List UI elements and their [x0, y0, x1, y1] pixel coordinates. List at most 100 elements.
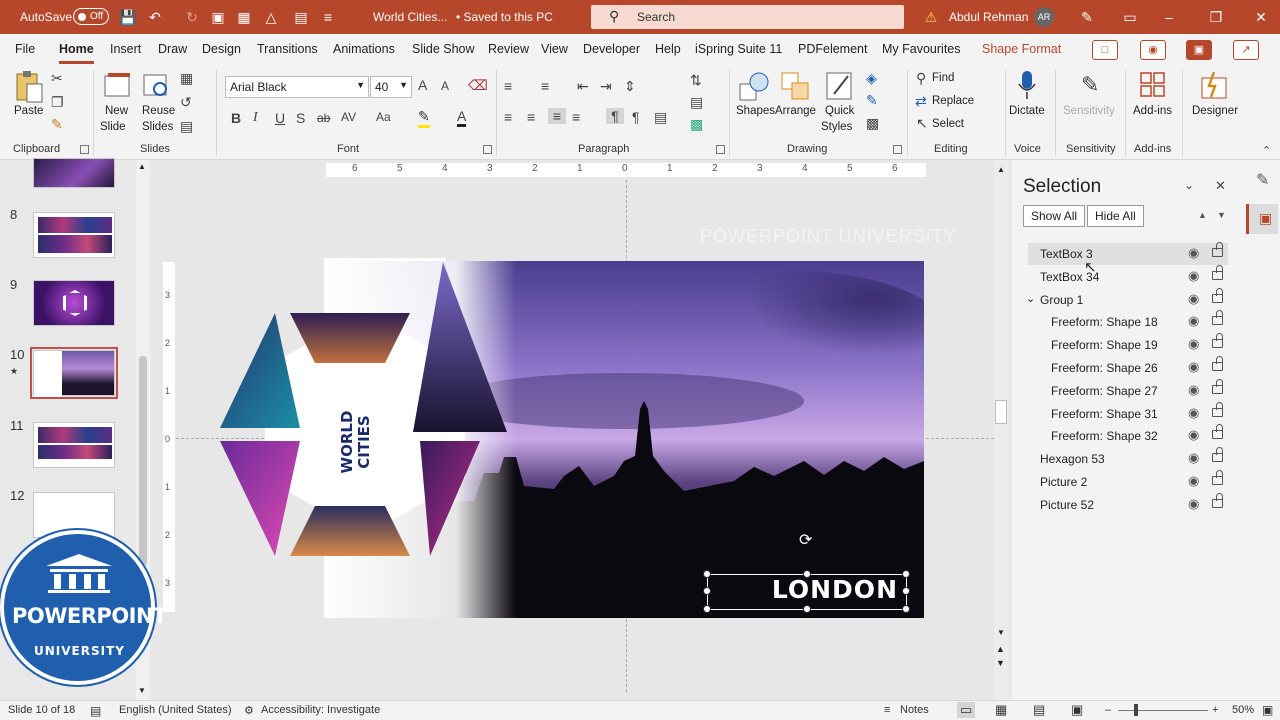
decrease-indent-icon[interactable]: ⇤: [577, 78, 589, 95]
slideshow-view-icon[interactable]: ▣: [1071, 702, 1083, 718]
select-icon[interactable]: ↖: [916, 115, 928, 132]
customize-qat-icon[interactable]: ≡: [319, 8, 337, 26]
minimize-icon[interactable]: –: [1160, 8, 1178, 26]
canvas-scrollbar[interactable]: ▲ ▼ ▲ ▼: [994, 160, 1008, 700]
selection-item[interactable]: Freeform: Shape 31 ◉: [1028, 401, 1228, 425]
tab-animations[interactable]: Animations: [333, 42, 395, 56]
slide-sorter-icon[interactable]: ▦: [995, 702, 1007, 718]
zoom-level[interactable]: 50%: [1232, 704, 1254, 716]
visibility-eye-icon[interactable]: ◉: [1188, 382, 1199, 398]
selection-item[interactable]: TextBox 3 ◉: [1028, 242, 1228, 265]
paste-label[interactable]: Paste: [14, 105, 43, 117]
resize-handle[interactable]: [902, 570, 910, 578]
reuse-slides-label-1[interactable]: Reuse: [142, 105, 175, 117]
comments-button[interactable]: □: [1092, 40, 1118, 60]
expand-chevron-icon[interactable]: ⌄: [1026, 292, 1035, 305]
scroll-down-icon[interactable]: ▼: [138, 686, 146, 695]
rotate-handle-icon[interactable]: ⟳: [799, 530, 812, 550]
unlock-icon[interactable]: [1212, 492, 1223, 508]
selection-item-label[interactable]: Freeform: Shape 32: [1051, 429, 1158, 443]
clear-format-icon[interactable]: ⌫: [468, 77, 488, 94]
ltr-icon[interactable]: ¶: [632, 109, 640, 125]
normal-view-icon[interactable]: ▭: [957, 702, 976, 718]
selection-item[interactable]: Freeform: Shape 19 ◉: [1028, 333, 1228, 356]
selection-item[interactable]: Freeform: Shape 32 ◉: [1028, 424, 1228, 447]
selection-item[interactable]: Picture 2 ◉: [1028, 470, 1228, 493]
scroll-up-icon[interactable]: ▲: [997, 165, 1005, 174]
resize-handle[interactable]: [803, 605, 811, 613]
autosave-toggle[interactable]: Off: [73, 8, 109, 25]
spelling-icon[interactable]: ▤: [90, 704, 101, 718]
selection-item[interactable]: Freeform: Shape 27 ◉: [1028, 378, 1228, 402]
unlock-icon[interactable]: [1212, 287, 1223, 303]
selection-item-label[interactable]: Freeform: Shape 27: [1051, 384, 1158, 398]
resize-handle[interactable]: [703, 587, 711, 595]
fit-to-window-icon[interactable]: ▣: [1262, 703, 1273, 717]
selection-item-label[interactable]: Picture 2: [1040, 475, 1087, 489]
quick-styles-icon[interactable]: [826, 70, 856, 102]
unlock-icon[interactable]: [1212, 401, 1223, 417]
next-slide-icon[interactable]: ▼: [996, 658, 1005, 668]
tab-draw[interactable]: Draw: [158, 42, 187, 56]
visibility-eye-icon[interactable]: ◉: [1188, 405, 1199, 421]
unlock-icon[interactable]: [1212, 264, 1223, 280]
resize-handle[interactable]: [803, 570, 811, 578]
grow-font-icon[interactable]: A: [418, 77, 427, 93]
scroll-up-icon[interactable]: ▲: [138, 162, 146, 171]
font-size-select[interactable]: 40 ▼: [370, 76, 412, 98]
new-slide-icon[interactable]: [104, 71, 132, 99]
tab-help[interactable]: Help: [655, 42, 681, 56]
align-right-icon[interactable]: ≡: [548, 108, 566, 124]
selection-item-label[interactable]: Hexagon 53: [1040, 452, 1105, 466]
selection-item-label[interactable]: Freeform: Shape 31: [1051, 407, 1158, 421]
selection-item-label[interactable]: Freeform: Shape 26: [1051, 361, 1158, 375]
shape-outline-icon[interactable]: ✎: [866, 92, 878, 109]
accessibility-icon[interactable]: ⚙: [244, 704, 254, 717]
visibility-eye-icon[interactable]: ◉: [1188, 359, 1199, 375]
thumbnail-8[interactable]: [33, 212, 115, 258]
tab-my-favourites[interactable]: My Favourites: [882, 42, 961, 56]
shapes-label[interactable]: Shapes: [736, 105, 775, 117]
add-ins-icon[interactable]: [1140, 72, 1166, 98]
visibility-eye-icon[interactable]: ◉: [1188, 473, 1199, 489]
rtl-icon[interactable]: ¶: [606, 108, 624, 124]
user-name[interactable]: Abdul Rehman: [949, 10, 1028, 24]
search-box[interactable]: ⚲ Search: [591, 5, 904, 29]
design-ideas-icon[interactable]: ✎: [1256, 170, 1269, 190]
selection-pane-tab[interactable]: ▣: [1246, 204, 1278, 234]
zoom-slider-thumb[interactable]: [1134, 704, 1138, 716]
selection-item-label[interactable]: Freeform: Shape 18: [1051, 315, 1158, 329]
selection-item[interactable]: Freeform: Shape 26 ◉: [1028, 356, 1228, 379]
designer-label[interactable]: Designer: [1192, 105, 1238, 117]
visibility-eye-icon[interactable]: ◉: [1188, 245, 1199, 261]
bullets-icon[interactable]: ≡: [504, 78, 512, 94]
underline-button[interactable]: U: [275, 110, 285, 126]
zoom-out-icon[interactable]: –: [1105, 704, 1111, 716]
present-icon[interactable]: ▦: [235, 8, 253, 26]
visibility-eye-icon[interactable]: ◉: [1188, 268, 1199, 284]
send-backward-icon[interactable]: ▼: [1217, 210, 1226, 220]
accessibility-status[interactable]: Accessibility: Investigate: [261, 704, 380, 716]
arrange-label[interactable]: Arrange: [775, 105, 816, 117]
selection-item[interactable]: TextBox 34 ◉: [1028, 264, 1228, 288]
title-textbox[interactable]: WORLD CITIES: [335, 395, 380, 485]
reset-icon[interactable]: ↺: [180, 94, 192, 111]
tab-home[interactable]: Home: [59, 42, 94, 64]
unlock-icon[interactable]: [1212, 424, 1223, 440]
language-indicator[interactable]: English (United States): [119, 704, 232, 716]
tab-shape-format[interactable]: Shape Format: [982, 42, 1061, 56]
present-teams-button[interactable]: ▣: [1186, 40, 1212, 60]
undo-icon[interactable]: ↶: [146, 8, 164, 26]
unlock-icon[interactable]: [1212, 447, 1223, 463]
unlock-icon[interactable]: [1212, 310, 1223, 326]
bold-button[interactable]: B: [231, 110, 241, 126]
shape-effects-icon[interactable]: ▩: [866, 115, 879, 132]
format-painter-icon[interactable]: ✎: [51, 116, 63, 133]
increase-indent-icon[interactable]: ⇥: [600, 78, 612, 95]
align-left-icon[interactable]: ≡: [504, 109, 512, 125]
restore-icon[interactable]: ❐: [1207, 8, 1225, 26]
pen-icon[interactable]: ✎: [1078, 8, 1096, 26]
thumbnail-9[interactable]: [33, 280, 115, 326]
freeform-shape-27[interactable]: [220, 441, 300, 556]
line-spacing-icon[interactable]: ⇕: [624, 78, 636, 95]
